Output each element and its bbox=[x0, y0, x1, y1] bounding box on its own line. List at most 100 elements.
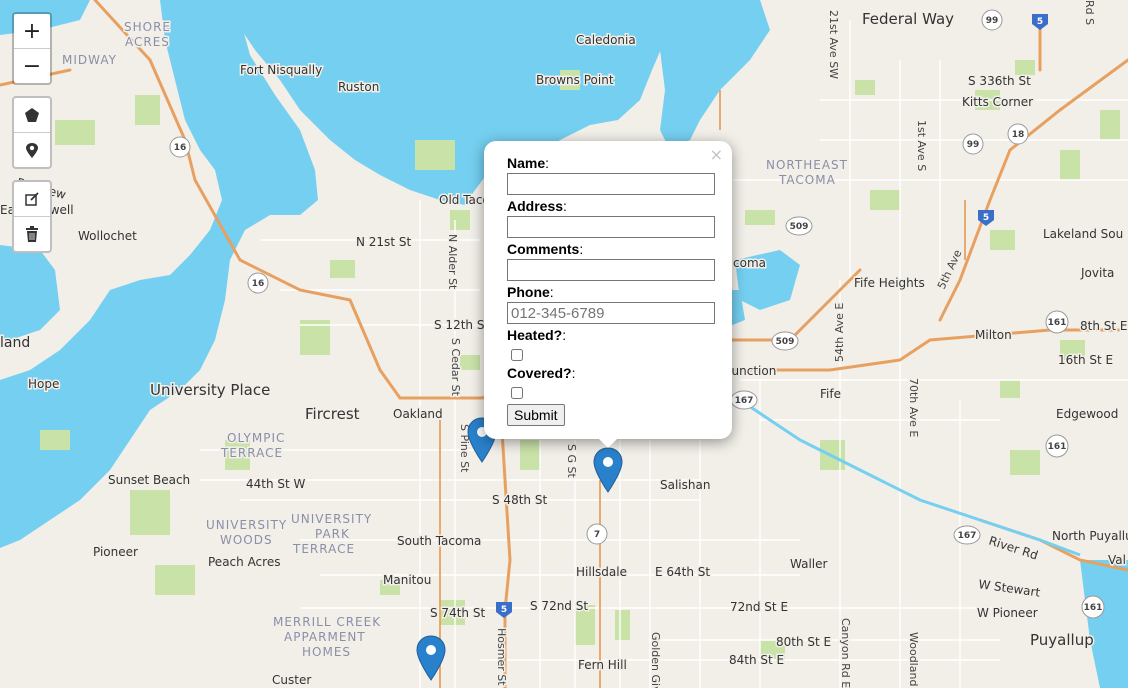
svg-text:S 48th St: S 48th St bbox=[492, 493, 547, 507]
svg-text:167: 167 bbox=[735, 396, 754, 406]
svg-text:S G St: S G St bbox=[565, 444, 578, 478]
draw-toolbar bbox=[12, 96, 52, 169]
svg-text:Salishan: Salishan bbox=[660, 478, 710, 492]
heated-checkbox[interactable] bbox=[511, 349, 523, 361]
svg-text:MERRILL CREEK: MERRILL CREEK bbox=[273, 615, 381, 629]
location-form: Name: Address: Comments: Phone: Heated?:… bbox=[507, 155, 717, 426]
polygon-icon bbox=[25, 108, 39, 122]
svg-text:18: 18 bbox=[1012, 130, 1025, 140]
trash-icon bbox=[26, 226, 38, 242]
svg-text:S Cedar St: S Cedar St bbox=[449, 338, 462, 397]
svg-text:S 12th St: S 12th St bbox=[434, 318, 489, 332]
svg-text:Pioneer: Pioneer bbox=[93, 545, 138, 559]
svg-text:Fircrest: Fircrest bbox=[305, 405, 360, 423]
svg-text:S 72nd St: S 72nd St bbox=[530, 599, 588, 613]
svg-text:Hosmer St: Hosmer St bbox=[495, 628, 508, 686]
svg-text:Caledonia: Caledonia bbox=[576, 33, 636, 47]
svg-text:coma: coma bbox=[733, 256, 766, 270]
svg-text:S 74th St: S 74th St bbox=[430, 606, 485, 620]
svg-text:84th St E: 84th St E bbox=[729, 653, 784, 667]
shield-7: 7 bbox=[586, 523, 608, 545]
svg-text:MIDWAY: MIDWAY bbox=[62, 53, 117, 67]
name-input[interactable] bbox=[507, 173, 715, 195]
svg-text:7: 7 bbox=[594, 530, 600, 540]
svg-text:44th St W: 44th St W bbox=[246, 477, 306, 491]
edit-layers-button[interactable] bbox=[14, 182, 50, 216]
svg-text:APPARMENT: APPARMENT bbox=[284, 630, 366, 644]
phone-input[interactable] bbox=[507, 302, 715, 324]
shield-167-b: 167 bbox=[953, 525, 981, 545]
comments-input[interactable] bbox=[507, 259, 715, 281]
svg-text:Fort Nisqually: Fort Nisqually bbox=[240, 63, 322, 77]
svg-text:167: 167 bbox=[958, 531, 977, 541]
popup-tip bbox=[596, 436, 620, 448]
svg-text:99: 99 bbox=[986, 16, 999, 26]
svg-text:PARK: PARK bbox=[315, 527, 350, 541]
svg-text:5: 5 bbox=[983, 213, 989, 223]
svg-text:Fife Heights: Fife Heights bbox=[854, 276, 925, 290]
zoom-control: + − bbox=[12, 12, 52, 85]
draw-marker-button[interactable] bbox=[14, 132, 50, 167]
svg-text:WOODS: WOODS bbox=[220, 533, 273, 547]
svg-text:OLYMPIC: OLYMPIC bbox=[227, 431, 285, 445]
marker-icon bbox=[26, 143, 38, 158]
svg-text:Edgewood: Edgewood bbox=[1056, 407, 1118, 421]
svg-text:Woodland: Woodland bbox=[907, 632, 920, 686]
address-label: Address: bbox=[507, 198, 567, 214]
phone-label: Phone: bbox=[507, 284, 554, 300]
shield-16-b: 16 bbox=[247, 272, 269, 294]
svg-text:70th Ave E: 70th Ave E bbox=[907, 378, 920, 437]
svg-text:Lakeland Sou: Lakeland Sou bbox=[1043, 227, 1123, 241]
svg-text:161: 161 bbox=[1048, 318, 1067, 328]
draw-polygon-button[interactable] bbox=[14, 98, 50, 132]
svg-text:16: 16 bbox=[174, 143, 187, 153]
svg-text:Peach Acres: Peach Acres bbox=[208, 555, 280, 569]
svg-text:8th St E: 8th St E bbox=[1080, 319, 1127, 333]
svg-text:S 336th St: S 336th St bbox=[968, 74, 1031, 88]
svg-text:South Tacoma: South Tacoma bbox=[397, 534, 481, 548]
covered-checkbox[interactable] bbox=[511, 387, 523, 399]
svg-text:ACRES: ACRES bbox=[125, 35, 170, 49]
heated-label: Heated?: bbox=[507, 327, 567, 343]
edit-toolbar bbox=[12, 180, 52, 253]
svg-text:University Place: University Place bbox=[150, 381, 270, 399]
svg-text:Jovita: Jovita bbox=[1080, 266, 1114, 280]
shield-99-a: 99 bbox=[981, 9, 1003, 31]
shield-161-a: 161 bbox=[1045, 310, 1069, 334]
svg-text:1st Ave S: 1st Ave S bbox=[915, 120, 928, 171]
svg-text:Ruston: Ruston bbox=[338, 80, 379, 94]
zoom-out-button[interactable]: − bbox=[14, 48, 50, 83]
svg-text:NORTHEAST: NORTHEAST bbox=[766, 158, 848, 172]
svg-text:16th St E: 16th St E bbox=[1058, 353, 1113, 367]
svg-text:UNIVERSITY: UNIVERSITY bbox=[206, 518, 287, 532]
svg-text:161: 161 bbox=[1048, 442, 1067, 452]
svg-text:509: 509 bbox=[776, 337, 795, 347]
shield-18: 18 bbox=[1007, 123, 1029, 145]
label-federal-way: Federal Way bbox=[862, 10, 954, 28]
zoom-in-button[interactable]: + bbox=[14, 14, 50, 48]
svg-text:Oakland: Oakland bbox=[393, 407, 443, 421]
svg-text:land: land bbox=[0, 335, 30, 351]
covered-label: Covered?: bbox=[507, 365, 576, 381]
svg-text:Kitts Corner: Kitts Corner bbox=[962, 95, 1033, 109]
delete-layers-button[interactable] bbox=[14, 216, 50, 251]
svg-text:Junction: Junction bbox=[727, 364, 776, 378]
svg-text:Puyallup: Puyallup bbox=[1030, 631, 1094, 649]
svg-text:21st Ave SW: 21st Ave SW bbox=[827, 10, 840, 79]
svg-text:509: 509 bbox=[790, 222, 809, 232]
svg-text:16: 16 bbox=[252, 279, 265, 289]
svg-text:Golden Giv: Golden Giv bbox=[649, 632, 662, 688]
svg-text:5: 5 bbox=[501, 605, 507, 615]
svg-text:SHORE: SHORE bbox=[124, 20, 171, 34]
svg-text:99: 99 bbox=[967, 140, 980, 150]
shield-161-b: 161 bbox=[1045, 434, 1069, 458]
svg-text:Milton: Milton bbox=[975, 328, 1012, 342]
shield-167-a: 167 bbox=[730, 390, 758, 410]
svg-text:TACOMA: TACOMA bbox=[778, 173, 836, 187]
svg-text:Hope: Hope bbox=[28, 377, 59, 391]
submit-button[interactable]: Submit bbox=[507, 404, 565, 426]
address-input[interactable] bbox=[507, 216, 715, 238]
svg-text:Val: Val bbox=[1108, 553, 1126, 567]
svg-text:Manitou: Manitou bbox=[383, 573, 431, 587]
svg-text:Old Taco: Old Taco bbox=[439, 193, 490, 207]
